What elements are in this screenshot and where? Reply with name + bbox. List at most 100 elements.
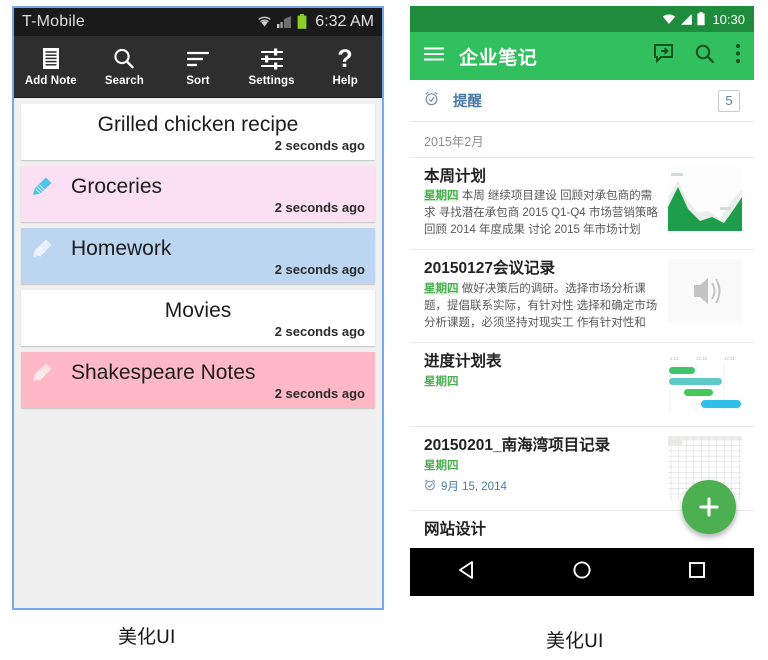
app-title: 企业笔记: [459, 47, 538, 69]
right-caption: 美化UI: [546, 630, 604, 652]
back-triangle-icon[interactable]: [456, 559, 478, 586]
right-note-body: 星期四 本周 继续项目建设 回顾对承包商的需求 寻找潜在承包商 2015 Q1-…: [424, 190, 658, 237]
note-row[interactable]: Groceries 2 seconds ago: [21, 166, 375, 222]
right-note-weekday: 星期四: [424, 282, 459, 295]
hamburger-icon[interactable]: [423, 46, 445, 67]
help-label: Help: [332, 75, 358, 87]
status-icons: 6:32 AM: [257, 13, 374, 31]
search-label: Search: [104, 75, 144, 87]
right-note-row[interactable]: 20150127会议记录星期四 做好决策后的调研。选择市场分析课题，提倡联系实际…: [410, 249, 754, 341]
right-phone-frame: 10:30 企业笔记 提醒 5 2015年2月 本周计划 星期四 本周 继续项目…: [410, 6, 754, 596]
clock-label: 10:30: [712, 11, 745, 27]
gantt-chart-thumb: 2:14 12:16 12:21: [668, 351, 742, 416]
note-title: Movies: [164, 299, 232, 323]
note-timestamp: 2 seconds ago: [274, 137, 365, 153]
right-note-thumbnail: [668, 167, 742, 231]
note-timestamp: 2 seconds ago: [274, 323, 365, 339]
reminder-bar[interactable]: 提醒 5: [410, 80, 754, 122]
right-note-weekday: 星期四: [424, 376, 459, 389]
right-note-row[interactable]: 本周计划星期四 本周 继续项目建设 回顾对承包商的需求 寻找潜在承包商 2015…: [410, 157, 754, 249]
wifi-icon: [663, 14, 676, 24]
left-toolbar: Add Note Search Sort Settings ? Help: [14, 36, 382, 98]
right-note-thumbnail: 2:14 12:16 12:21: [668, 351, 742, 416]
month-label: 2015年2月: [424, 135, 484, 149]
alarm-clock-icon: [424, 91, 439, 111]
android-nav-bar: [410, 548, 754, 596]
right-note-weekday: 星期四: [424, 190, 459, 203]
svg-text:?: ?: [338, 46, 353, 72]
search-icon[interactable]: [694, 43, 715, 69]
right-note-main: 本周计划星期四 本周 继续项目建设 回顾对承包商的需求 寻找潜在承包商 2015…: [424, 167, 658, 239]
screenshot-stage: T-Mobile 6:32 AM Add Note Search Sort Se…: [0, 0, 768, 660]
document-lines-icon: [40, 46, 62, 72]
right-note-main: 20150127会议记录星期四 做好决策后的调研。选择市场分析课题，提倡联系实际…: [424, 259, 658, 331]
right-app-bar: 企业笔记: [410, 32, 754, 80]
right-note-row[interactable]: 进度计划表星期四 2:14 12:16 12:21: [410, 341, 754, 426]
question-mark-icon: ?: [335, 46, 355, 72]
share-chat-icon[interactable]: [653, 43, 674, 69]
sort-lines-icon: [185, 46, 211, 72]
note-title: Homework: [71, 237, 172, 261]
left-caption: 美化UI: [118, 626, 176, 648]
pencil-icon: [30, 175, 56, 201]
svg-text:12:16: 12:16: [696, 356, 708, 361]
note-title: Shakespeare Notes: [71, 361, 256, 385]
overflow-menu-icon[interactable]: [735, 43, 741, 69]
battery-icon: [697, 12, 706, 26]
sort-label: Sort: [186, 75, 210, 87]
settings-label: Settings: [248, 75, 295, 87]
note-title: Groceries: [71, 175, 163, 199]
note-row[interactable]: Movies 2 seconds ago: [21, 290, 375, 346]
app-bar-actions: [653, 43, 741, 69]
left-status-bar: T-Mobile 6:32 AM: [14, 8, 382, 36]
right-note-thumbnail: [668, 259, 742, 324]
note-title: Grilled chicken recipe: [97, 113, 299, 137]
right-note-title: 本周计划: [424, 168, 487, 185]
left-phone-frame: T-Mobile 6:32 AM Add Note Search Sort Se…: [12, 6, 384, 610]
alarm-clock-icon: [424, 479, 436, 494]
sliders-icon: [259, 46, 285, 72]
help-button[interactable]: ? Help: [308, 36, 382, 97]
note-row[interactable]: Shakespeare Notes 2 seconds ago: [21, 352, 375, 408]
signal-icon: [277, 16, 292, 28]
right-note-date-label: 9月 15, 2014: [441, 481, 507, 494]
reminder-count-badge: 5: [718, 89, 740, 112]
note-timestamp: 2 seconds ago: [274, 199, 365, 215]
wifi-icon: [258, 16, 272, 27]
battery-icon: [297, 14, 307, 29]
add-note-fab[interactable]: [682, 480, 736, 534]
right-note-title: 20150201_南海湾项目记录: [424, 436, 611, 454]
svg-text:12:21: 12:21: [724, 356, 736, 361]
note-timestamp: 2 seconds ago: [274, 261, 365, 277]
reminder-label: 提醒: [453, 94, 482, 110]
home-circle-icon[interactable]: [571, 559, 593, 586]
clock-label: 6:32 AM: [315, 13, 374, 30]
right-note-main: 进度计划表 星期四: [424, 352, 658, 416]
right-note-weekday: 星期四: [424, 460, 459, 473]
carrier-label: T-Mobile: [22, 13, 85, 30]
recents-square-icon[interactable]: [686, 559, 708, 586]
note-row[interactable]: Grilled chicken recipe 2 seconds ago: [21, 104, 375, 160]
right-note-title: 进度计划表: [424, 352, 502, 370]
search-button[interactable]: Search: [88, 36, 162, 97]
area-chart-thumb: [668, 167, 742, 231]
speaker-icon-thumb: [668, 259, 742, 324]
settings-button[interactable]: Settings: [235, 36, 309, 97]
add-note-label: Add Note: [24, 75, 77, 87]
pencil-icon: [30, 237, 56, 263]
right-note-body: 星期四 做好决策后的调研。选择市场分析课题，提倡联系实际，有针对性 选择和确定市…: [424, 282, 658, 329]
add-note-button[interactable]: Add Note: [14, 36, 88, 97]
right-note-main: 20150201_南海湾项目记录星期四 9月 15, 2014: [424, 436, 658, 500]
plus-icon: [699, 497, 719, 517]
note-row[interactable]: Homework 2 seconds ago: [21, 228, 375, 284]
sort-button[interactable]: Sort: [161, 36, 235, 97]
right-status-bar: 10:30: [410, 6, 754, 32]
right-note-date: 9月 15, 2014: [424, 478, 658, 494]
magnifier-icon: [112, 46, 136, 72]
svg-text:2:14: 2:14: [670, 356, 679, 361]
right-note-title: 20150127会议记录: [424, 260, 555, 278]
signal-icon: [681, 13, 693, 25]
note-timestamp: 2 seconds ago: [274, 385, 365, 401]
note-list: Grilled chicken recipe 2 seconds ago Groc…: [14, 98, 382, 608]
pencil-icon: [30, 361, 56, 387]
